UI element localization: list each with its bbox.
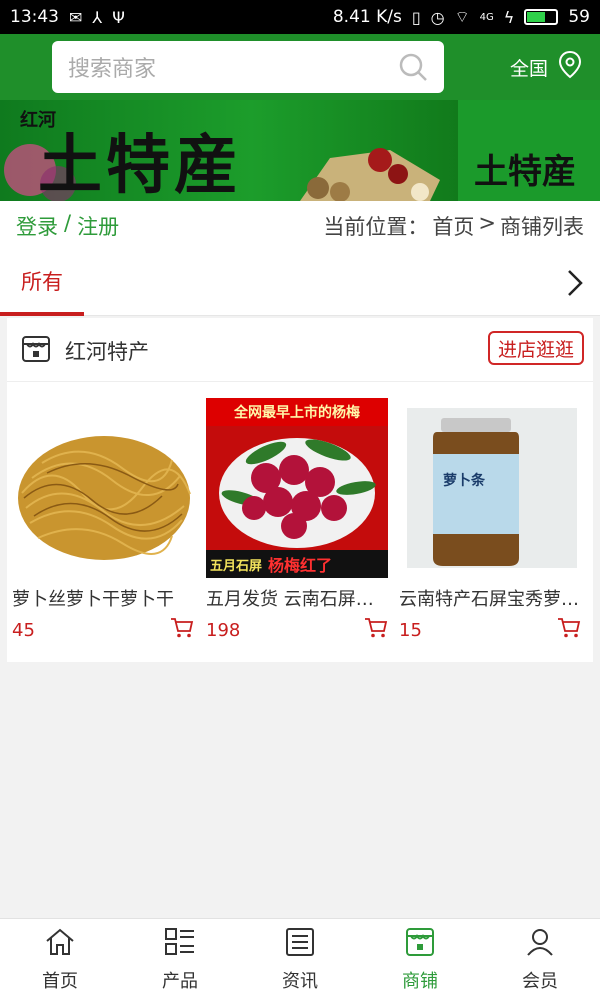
bottom-nav: 首页 产品 资讯 商铺 会员 (0, 918, 600, 1000)
product-image[interactable] (12, 398, 194, 578)
banner-side: 土特産 (458, 100, 600, 201)
mail-icon: ✉ (69, 7, 83, 27)
nav-products[interactable]: 产品 (120, 919, 240, 1000)
cart-icon[interactable] (557, 617, 581, 643)
product-item[interactable]: 萝卜丝萝卜干萝卜干 45 (12, 398, 198, 643)
product-name[interactable]: 萝卜丝萝卜干萝卜干 (12, 585, 192, 611)
product-item[interactable]: 萝卜条 云南特产石屏宝秀萝卜条 15 (399, 398, 585, 643)
banner-title: 土特産 (38, 128, 242, 201)
tab-all[interactable]: 所有 (0, 250, 84, 316)
vibrate-icon: ▯ (411, 7, 421, 27)
nav-member[interactable]: 会员 (480, 919, 600, 1000)
store-icon (404, 927, 436, 961)
category-tabs: 所有 (0, 250, 600, 316)
product-image-caption: 全网最早上市的杨梅 (206, 398, 388, 426)
register-link[interactable]: 注册 (77, 211, 119, 241)
grid-list-icon (164, 927, 196, 961)
store-icon (21, 334, 51, 368)
alarm-icon: ◷ (430, 7, 445, 27)
product-image[interactable]: 萝卜条 (399, 398, 581, 578)
banner-side-title: 土特産 (474, 152, 576, 192)
nav-home-label: 首页 (42, 971, 78, 992)
nav-member-label: 会员 (522, 971, 558, 992)
battery-percent: 59 (568, 7, 590, 27)
auth-separator: / (64, 210, 72, 235)
nav-news[interactable]: 资讯 (240, 919, 360, 1000)
breadcrumb-prefix: 当前位置： (323, 214, 429, 239)
product-name[interactable]: 云南特产石屏宝秀萝卜条 (399, 585, 579, 611)
app-header: 搜索商家 全国 (0, 34, 600, 100)
banner-main: 红河 土特産 (0, 100, 458, 201)
product-item[interactable]: 全网最早上市的杨梅 五月石屏 杨梅红了 五月发货 云南石屏杨梅 198 (206, 398, 392, 643)
tab-all-label: 所有 (21, 270, 63, 294)
battery-icon (524, 9, 559, 25)
region-selector[interactable]: 全国 (510, 50, 584, 85)
chevron-right-icon[interactable] (564, 268, 586, 302)
usb-icon: Ψ (112, 7, 125, 27)
search-icon[interactable] (398, 52, 428, 82)
product-image-label: 萝卜条 (443, 473, 485, 489)
nav-home[interactable]: 首页 (0, 919, 120, 1000)
nav-products-label: 产品 (162, 971, 198, 992)
enter-shop-button[interactable]: 进店逛逛 (487, 331, 584, 365)
nav-stores[interactable]: 商铺 (360, 919, 480, 1000)
network-speed: 8.41 K/s (332, 7, 402, 27)
network-type: 4G (479, 11, 494, 23)
product-price: 45 (12, 619, 35, 641)
product-image-footer: 五月石屏 杨梅红了 (206, 550, 388, 578)
product-image[interactable]: 全网最早上市的杨梅 五月石屏 杨梅红了 (206, 398, 388, 578)
auth-links: 登录 / 注册 (16, 211, 119, 241)
search-input[interactable]: 搜索商家 (52, 41, 444, 93)
location-pin-icon (556, 50, 584, 85)
share-icon: ⅄ (92, 7, 103, 27)
product-image-footer-right: 杨梅红了 (268, 556, 333, 575)
region-label: 全国 (509, 58, 548, 80)
shop-name[interactable]: 红河特产 (65, 336, 149, 366)
breadcrumb-home[interactable]: 首页 (432, 211, 474, 241)
product-price: 15 (399, 619, 422, 641)
breadcrumb-row: 登录 / 注册 当前位置： 首页 > 商铺列表 (0, 201, 600, 250)
nav-stores-label: 商铺 (402, 971, 438, 992)
nav-news-label: 资讯 (282, 971, 318, 992)
user-icon (524, 927, 556, 961)
search-placeholder: 搜索商家 (68, 57, 157, 82)
breadcrumb-current: 商铺列表 (500, 214, 584, 239)
cart-icon[interactable] (170, 617, 194, 643)
wifi-icon: ⌔ (454, 7, 470, 26)
home-icon (44, 927, 76, 961)
product-image-footer-left: 五月石屏 (210, 558, 263, 574)
product-price: 198 (206, 619, 241, 641)
promo-banner[interactable]: 红河 土特産 土特産 (0, 100, 600, 201)
charging-icon: ϟ (503, 7, 515, 27)
product-name[interactable]: 五月发货 云南石屏杨梅 (206, 585, 386, 611)
product-list: 萝卜丝萝卜干萝卜干 45 全网最早上市的杨梅 五月石屏 杨梅红了 五月发货 云南… (7, 398, 593, 648)
status-bar: 13:43 ✉ ⅄ Ψ 8.41 K/s ▯ ◷ ⌔ 4G ϟ 59 (0, 0, 600, 34)
breadcrumb-arrow: > (478, 210, 496, 235)
shop-card: 红河特产 进店逛逛 萝卜丝萝卜干萝卜干 45 全网最早上市的杨梅 五月石屏 杨梅… (7, 318, 593, 662)
news-icon (284, 927, 316, 961)
shop-header[interactable]: 红河特产 进店逛逛 (7, 318, 593, 382)
cart-icon[interactable] (364, 617, 388, 643)
status-time: 13:43 (10, 7, 59, 27)
breadcrumb: 当前位置： 首页 > 商铺列表 (323, 211, 584, 241)
login-link[interactable]: 登录 (16, 211, 58, 241)
